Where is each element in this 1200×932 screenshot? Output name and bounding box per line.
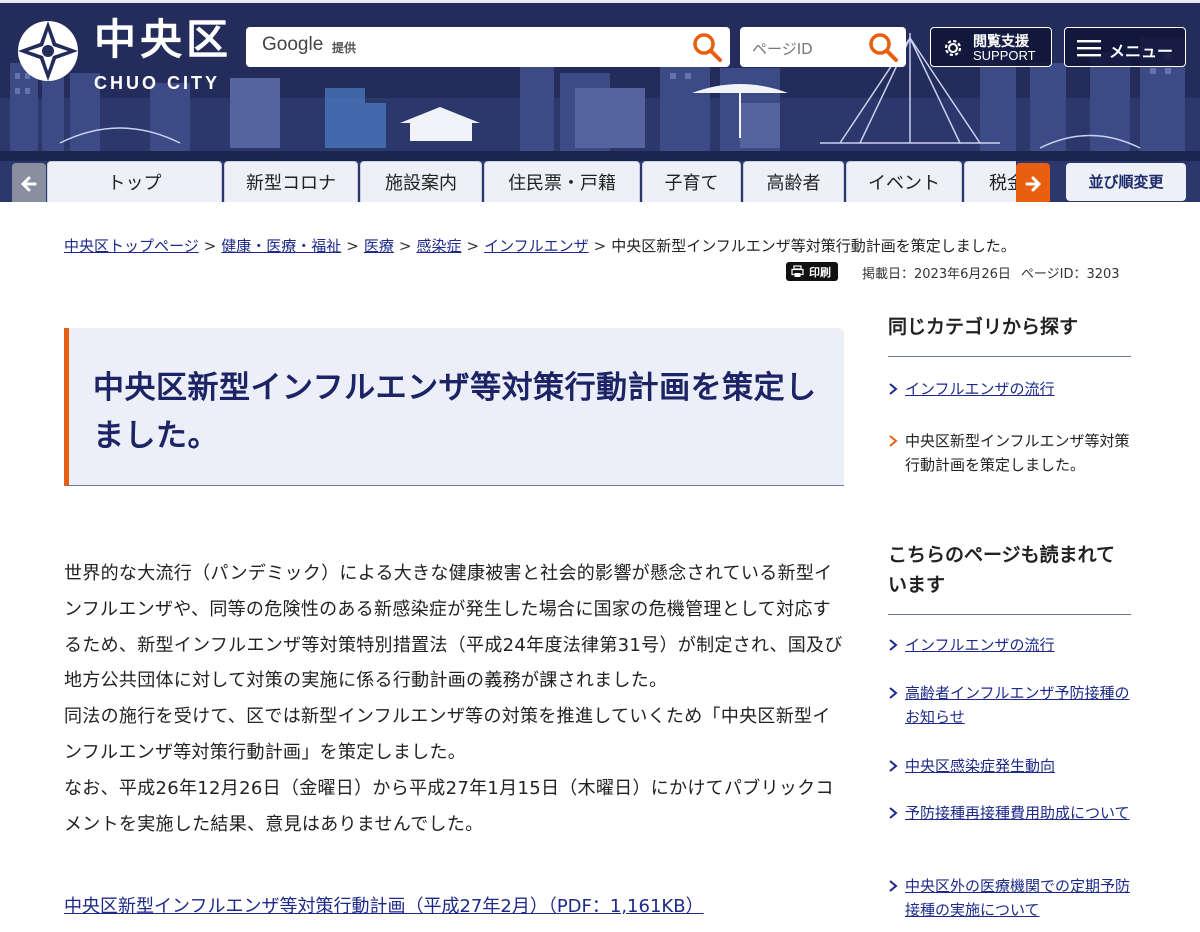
menu-label: メニュー [1109, 42, 1174, 61]
google-label: Google [262, 34, 324, 55]
sidebar-item-label: インフルエンザの流行 [905, 380, 1055, 398]
chevron-right-icon [889, 880, 898, 892]
site-logo[interactable]: 中央区 CHUO CITY [12, 15, 237, 95]
sidebar-item-label: インフルエンザの流行 [905, 636, 1055, 654]
breadcrumb-separator: > [466, 237, 480, 255]
sidebar-heading-also-read: こちらのページも読まれています [888, 540, 1131, 615]
chevron-right-icon [889, 383, 898, 395]
chevron-right-icon [889, 639, 898, 651]
global-nav: トップ 新型コロナ 施設案内 住民票・戸籍 子育て 高齢者 イベント 税金 [47, 161, 1016, 202]
chuo-emblem-icon [18, 21, 78, 81]
breadcrumb-link-health[interactable]: 健康・医療・福祉 [221, 237, 341, 255]
breadcrumb-separator: > [593, 237, 607, 255]
google-sub-label: 提供 [332, 41, 357, 55]
nav-tab-resident-register[interactable]: 住民票・戸籍 [484, 161, 640, 202]
menu-button[interactable]: メニュー [1064, 27, 1186, 67]
pageid-search-input[interactable]: ページID [740, 27, 906, 67]
article-paragraph: 世界的な大流行（パンデミック）による大きな健康被害と社会的影響が懸念されている新… [64, 563, 843, 692]
sidebar-heading-same-category: 同じカテゴリから探す [888, 312, 1131, 357]
nav-tab-covid[interactable]: 新型コロナ [224, 161, 358, 202]
logo-kanji: 中央区 [94, 15, 233, 64]
chevron-right-icon [889, 687, 898, 699]
chevron-right-icon [889, 760, 898, 772]
sidebar-item-label: 予防接種再接種費用助成について [905, 804, 1130, 822]
nav-tab-facilities[interactable]: 施設案内 [360, 161, 482, 202]
breadcrumb-current: 中央区新型インフルエンザ等対策行動計画を策定しました。 [611, 237, 1016, 255]
nav-scroll-left-button[interactable] [12, 163, 46, 202]
hamburger-icon [1077, 40, 1101, 57]
sidebar-item-label: 高齢者インフルエンザ予防接種のお知らせ [905, 684, 1130, 726]
breadcrumb-link-medical[interactable]: 医療 [364, 237, 394, 255]
arrow-left-icon [20, 176, 37, 192]
search-icon[interactable] [866, 30, 900, 64]
nav-tab-events[interactable]: イベント [846, 161, 962, 202]
page-title-box: 中央区新型インフルエンザ等対策行動計画を策定しました。 [64, 328, 844, 486]
sidebar-item-influenza-trend[interactable]: インフルエンザの流行 [888, 377, 1131, 401]
sidebar-item-also-read[interactable]: 高齢者インフルエンザ予防接種のお知らせ [888, 681, 1131, 729]
sidebar-item-also-read[interactable]: インフルエンザの流行 [888, 633, 1131, 657]
breadcrumb-separator: > [203, 237, 217, 255]
site-header: 中央区 CHUO CITY Google 提供 ページID 閲覧支援 SUPPO… [0, 0, 1200, 202]
article-paragraph: なお、平成26年12月26日（金曜日）から平成27年1月15日（木曜日）にかけて… [64, 777, 834, 835]
google-search-input[interactable]: Google 提供 [246, 27, 730, 67]
page-id: ページID：3203 [1020, 267, 1120, 282]
print-label: 印刷 [809, 266, 831, 279]
pageid-placeholder: ページID [752, 40, 813, 58]
breadcrumb-link-influenza[interactable]: インフルエンザ [484, 237, 589, 255]
sidebar-item-label: 中央区外の医療機関での定期予防接種の実施について [905, 877, 1131, 919]
sidebar-item-also-read[interactable]: 中央区外の医療機関での定期予防接種の実施について [888, 874, 1131, 922]
support-label-en: SUPPORT [973, 48, 1036, 63]
sidebar-item-also-read[interactable]: 予防接種再接種費用助成について [888, 801, 1131, 825]
printer-icon [791, 265, 804, 277]
nav-tab-childcare[interactable]: 子育て [642, 161, 741, 202]
breadcrumb-link-infection[interactable]: 感染症 [416, 237, 461, 255]
nav-tab-tax[interactable]: 税金 [964, 161, 1016, 202]
breadcrumb: 中央区トップページ > 健康・医療・福祉 > 医療 > 感染症 > インフルエンザ > 中央区新型イ… [64, 235, 1016, 256]
sidebar-item-label: 中央区感染症発生動向 [905, 757, 1056, 775]
breadcrumb-separator: > [346, 237, 359, 255]
support-button[interactable]: 閲覧支援 SUPPORT [930, 27, 1052, 67]
nav-tab-top[interactable]: トップ [47, 161, 222, 202]
chevron-right-icon [889, 435, 898, 447]
logo-roman: CHUO CITY [94, 73, 220, 93]
breadcrumb-link-top[interactable]: 中央区トップページ [64, 237, 199, 255]
search-icon[interactable] [690, 30, 724, 64]
article-paragraph: 同法の施行を受けて、区では新型インフルエンザ等の対策を推進していくため「中央区新… [64, 706, 831, 763]
breadcrumb-separator: > [398, 237, 412, 255]
sidebar-item-also-read[interactable]: 中央区感染症発生動向 [888, 754, 1131, 778]
nav-tab-elderly[interactable]: 高齢者 [743, 161, 844, 202]
print-button[interactable]: 印刷 [786, 262, 838, 281]
sidebar-item-current-page: 中央区新型インフルエンザ等対策行動計画を策定しました。 [888, 429, 1131, 477]
page-title: 中央区新型インフルエンザ等対策行動計画を策定しました。 [93, 370, 817, 454]
nav-scroll-right-button[interactable] [1016, 163, 1050, 202]
chevron-right-icon [889, 807, 898, 819]
arrow-right-icon [1025, 176, 1042, 192]
article-body: 世界的な大流行（パンデミック）による大きな健康被害と社会的影響が懸念されている新… [64, 556, 844, 842]
page-meta: 掲載日：2023年6月26日 ページID：3203 [862, 263, 1120, 282]
sort-order-button[interactable]: 並び順変更 [1066, 163, 1186, 201]
pdf-download-link[interactable]: 中央区新型インフルエンザ等対策行動計画（平成27年2月）（PDF：1,161KB… [64, 892, 704, 918]
sidebar-item-label: 中央区新型インフルエンザ等対策行動計画を策定しました。 [905, 432, 1130, 474]
published-date: 掲載日：2023年6月26日 [862, 267, 1011, 282]
gear-icon [944, 39, 962, 57]
